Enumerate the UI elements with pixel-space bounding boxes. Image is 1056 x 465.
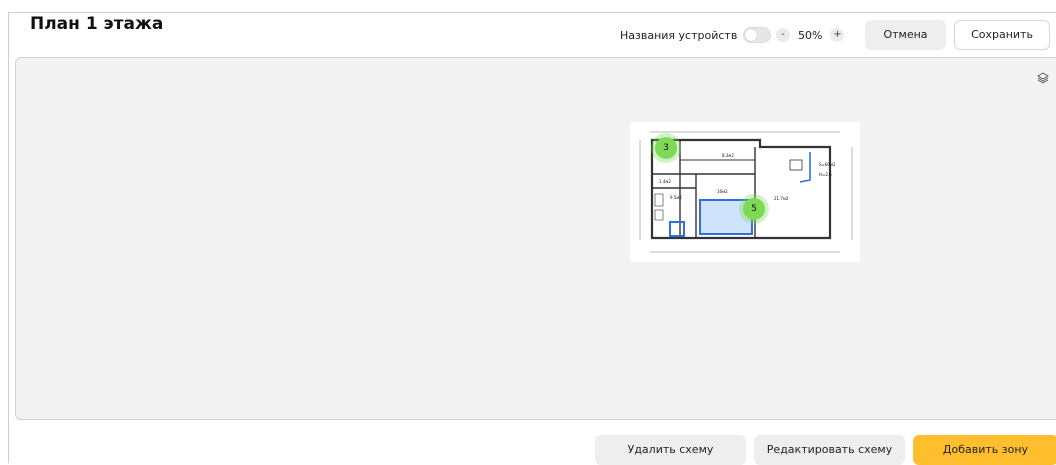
panel-border-left: [8, 12, 9, 463]
layers-icon[interactable]: [1037, 72, 1049, 84]
delete-scheme-button[interactable]: Удалить схему: [595, 435, 746, 465]
device-names-label: Названия устройств: [620, 28, 738, 42]
cancel-button[interactable]: Отмена: [865, 20, 946, 50]
room-label: 16м2: [717, 189, 728, 194]
zoom-control: - 50% +: [776, 20, 845, 50]
area-total-label: S=60м2: [819, 162, 836, 167]
floor-plan-editor: План 1 этажа Названия устройств - 50% + …: [0, 0, 1056, 465]
zoom-value: 50%: [798, 28, 823, 42]
zoom-out-button[interactable]: -: [776, 28, 790, 42]
device-names-toggle-group: Названия устройств: [620, 20, 772, 50]
floor-plan-image[interactable]: 8.3м2 1.4м2 16м2 9.5м2 21.7м2 S=60м2 H=2…: [630, 122, 860, 262]
room-label: 8.3м2: [722, 153, 734, 158]
page-title: План 1 этажа: [30, 14, 164, 34]
edit-scheme-button[interactable]: Редактировать схему: [754, 435, 905, 465]
save-button[interactable]: Сохранить: [954, 20, 1050, 50]
plan-canvas[interactable]: [15, 57, 1056, 420]
zoom-in-button[interactable]: +: [830, 28, 845, 42]
room-label: 9.5м2: [670, 195, 682, 200]
device-marker[interactable]: 3: [655, 137, 677, 159]
room-label: 21.7м2: [774, 196, 789, 201]
height-label: H=2.6: [819, 172, 832, 177]
add-zone-button[interactable]: Добавить зону: [913, 435, 1056, 465]
panel-border-top: [8, 12, 1056, 13]
toggle-knob: [745, 29, 758, 41]
room-label: 1.4м2: [659, 179, 671, 184]
device-marker[interactable]: 5: [743, 198, 765, 220]
device-names-toggle[interactable]: [743, 27, 772, 43]
